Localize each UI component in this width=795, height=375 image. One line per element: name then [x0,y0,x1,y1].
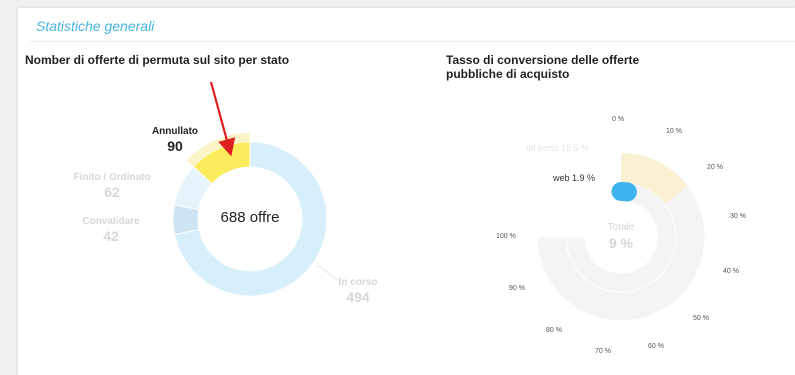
scale-tick: 90 % [509,285,525,292]
scale-tick: 100 % [496,233,516,240]
scale-tick: 70 % [595,348,611,355]
scale-tick: 30 % [730,213,746,220]
radial-center-value: 9 % [608,235,634,251]
scale-tick: 80 % [546,327,562,334]
scale-tick: 10 % [666,128,682,135]
scale-tick: 60 % [648,343,664,350]
radial-center-title: Totale [607,222,635,233]
series-label-web[interactable]: web 1.9 % [553,173,595,183]
scale-tick: 40 % [723,268,739,275]
scale-tick: 0 % [612,116,625,123]
series-label-tel-porto[interactable]: tel porto 19.5 % [526,143,589,153]
conversion-radial-chart [536,152,706,322]
scale-tick: 50 % [693,315,709,322]
scale-tick: 20 % [707,164,723,171]
